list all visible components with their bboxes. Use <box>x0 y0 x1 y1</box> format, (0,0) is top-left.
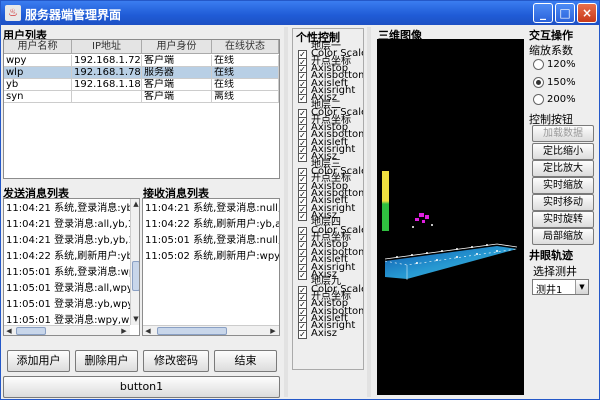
cell-status: 在线 <box>212 79 279 91</box>
scroll-right-icon[interactable]: ▶ <box>119 326 129 335</box>
close-button[interactable]: × <box>577 3 597 23</box>
zoom-option-label: 120% <box>547 59 576 70</box>
list-item[interactable]: 11:05:01 登录消息:all,wpy,192 <box>4 281 139 297</box>
minimize-button[interactable]: _ <box>533 3 553 23</box>
cell-user-name: yb <box>4 79 72 91</box>
table-header: 用户名称 IP地址 用户身份 在线状态 <box>4 40 279 54</box>
column-header[interactable]: 用户身份 <box>142 40 212 54</box>
cell-ip: 192.168.1.18 <box>72 79 142 91</box>
zoom-out-fixed-button[interactable]: 定比缩小 <box>532 143 594 160</box>
zoom-radio-200[interactable] <box>533 94 544 105</box>
java-cup-icon: ♨ <box>5 5 21 21</box>
cell-user-name: syn <box>4 91 72 103</box>
horizontal-scrollbar[interactable]: ◀ ▶ <box>4 325 130 335</box>
layer-checkbox[interactable]: ✓ <box>298 329 307 339</box>
zoom-label: 缩放系数 <box>529 44 573 57</box>
delete-user-button[interactable]: 删除用户 <box>75 350 138 372</box>
control-panel: 个性控制 地层一 ✓ Color Scale ✓ 开点坐标 ✓ Axistop ✓ Axisbo… <box>292 28 364 370</box>
local-zoom-button[interactable]: 局部缩放 <box>532 228 594 245</box>
vertical-scrollbar[interactable]: ▲ ▼ <box>130 199 139 325</box>
table-row[interactable]: wpy 192.168.1.72 客户端 在线 <box>4 55 279 67</box>
cell-ip <box>72 91 142 103</box>
scroll-thumb[interactable] <box>157 327 227 335</box>
list-item[interactable]: 11:05:01 登录消息:yb,wpy,192 <box>4 297 139 313</box>
recv-message-list[interactable]: 11:04:21 系统,登录消息:null,yb,1 11:04:22 系统,刷… <box>142 198 280 336</box>
cell-role: 客户端 <box>142 91 212 103</box>
split-pane-divider[interactable] <box>367 27 371 397</box>
list-item[interactable]: 11:04:21 登录消息:all,yb,192.1 <box>4 217 139 233</box>
table-row-selected[interactable]: wlp 192.168.1.78 服务器 在线 <box>4 67 279 79</box>
zoom-radio-120[interactable] <box>533 59 544 70</box>
cell-user-name: wpy <box>4 55 72 67</box>
list-item[interactable]: 11:04:21 系统,登录消息:yb,yb,1 <box>4 201 139 217</box>
zoom-option-label: 200% <box>547 94 576 105</box>
zoom-radio-150[interactable] <box>533 77 544 88</box>
scroll-left-icon[interactable]: ◀ <box>4 326 14 335</box>
list-item[interactable]: 11:05:02 系统,刷新用户:wpy,all <box>143 249 279 265</box>
scroll-up-icon[interactable]: ▲ <box>131 199 139 209</box>
cell-ip: 192.168.1.72 <box>72 55 142 67</box>
split-pane-divider[interactable] <box>284 27 288 397</box>
column-header[interactable]: IP地址 <box>72 40 142 54</box>
list-item[interactable]: 11:04:22 系统,刷新用户:yb,wl <box>4 249 139 265</box>
interaction-label: 交互操作 <box>529 29 573 42</box>
well-select-value: 测井1 <box>536 285 563 296</box>
realtime-rotate-button[interactable]: 实时旋转 <box>532 211 594 228</box>
layer-checkbox-label: Axisz <box>311 327 337 339</box>
load-data-button[interactable]: 加载数据 <box>532 125 594 142</box>
scroll-left-icon[interactable]: ◀ <box>143 326 153 335</box>
column-header[interactable]: 用户名称 <box>4 40 72 54</box>
list-item[interactable]: 11:05:01 系统,登录消息:null,wpy <box>143 233 279 249</box>
add-user-button[interactable]: 添加用户 <box>7 350 70 372</box>
layer-checkbox[interactable]: ✓ <box>298 212 307 222</box>
cell-role: 客户端 <box>142 79 212 91</box>
color-scale-bar <box>382 171 389 231</box>
scroll-down-icon[interactable]: ▼ <box>131 314 139 324</box>
realtime-move-button[interactable]: 实时移动 <box>532 194 594 211</box>
list-item[interactable]: 11:04:22 系统,刷新用户:yb,all <box>143 217 279 233</box>
scroll-right-icon[interactable]: ▶ <box>268 326 278 335</box>
cell-status: 在线 <box>212 67 279 79</box>
cell-role: 服务器 <box>142 67 212 79</box>
list-item[interactable]: 11:04:21 登录消息:yb,yb,192.1 <box>4 233 139 249</box>
cell-ip: 192.168.1.78 <box>72 67 142 79</box>
cell-user-name: wlp <box>4 67 72 79</box>
cell-status: 在线 <box>212 55 279 67</box>
table-row[interactable]: syn 客户端 离线 <box>4 91 279 103</box>
marker-cluster <box>415 213 429 223</box>
window-title: 服务器端管理界面 <box>25 8 122 22</box>
well-select[interactable]: 测井1 ▼ <box>532 279 589 296</box>
scroll-thumb[interactable] <box>16 327 46 335</box>
list-item[interactable]: 11:05:01 系统,登录消息:wpy,w <box>4 265 139 281</box>
table-row[interactable]: yb 192.168.1.18 客户端 在线 <box>4 79 279 91</box>
layer-checkbox[interactable]: ✓ <box>298 94 307 104</box>
scroll-thumb[interactable] <box>132 261 139 291</box>
zoom-in-fixed-button[interactable]: 定比放大 <box>532 160 594 177</box>
cell-role: 客户端 <box>142 55 212 67</box>
maximize-button[interactable]: □ <box>555 3 575 23</box>
horizontal-scrollbar[interactable]: ◀ ▶ <box>143 325 279 335</box>
zoom-option-label: 150% <box>547 77 576 88</box>
column-header[interactable]: 在线状态 <box>212 40 279 54</box>
well-trajectory-label: 井眼轨迹 <box>529 249 573 262</box>
main-window: ♨ 服务器端管理界面 _ □ × 用户列表 用户名称 IP地址 用户身份 在线状… <box>0 0 600 400</box>
chevron-down-icon[interactable]: ▼ <box>575 280 588 294</box>
title-bar[interactable]: ♨ 服务器端管理界面 _ □ × <box>1 1 599 25</box>
end-button[interactable]: 结束 <box>214 350 277 372</box>
layer-checkbox[interactable]: ✓ <box>298 270 307 280</box>
cell-status: 离线 <box>212 91 279 103</box>
button1[interactable]: button1 <box>3 376 280 398</box>
select-well-label: 选择测井 <box>533 265 577 278</box>
send-message-list[interactable]: 11:04:21 系统,登录消息:yb,yb,1 11:04:21 登录消息:a… <box>3 198 140 336</box>
user-table[interactable]: 用户名称 IP地址 用户身份 在线状态 wpy 192.168.1.72 客户端… <box>3 39 280 179</box>
3d-viewport[interactable] <box>377 39 524 395</box>
change-password-button[interactable]: 修改密码 <box>143 350 209 372</box>
list-item[interactable]: 11:04:21 系统,登录消息:null,yb,1 <box>143 201 279 217</box>
layer-checkbox[interactable]: ✓ <box>298 153 307 163</box>
realtime-zoom-button[interactable]: 实时缩放 <box>532 177 594 194</box>
